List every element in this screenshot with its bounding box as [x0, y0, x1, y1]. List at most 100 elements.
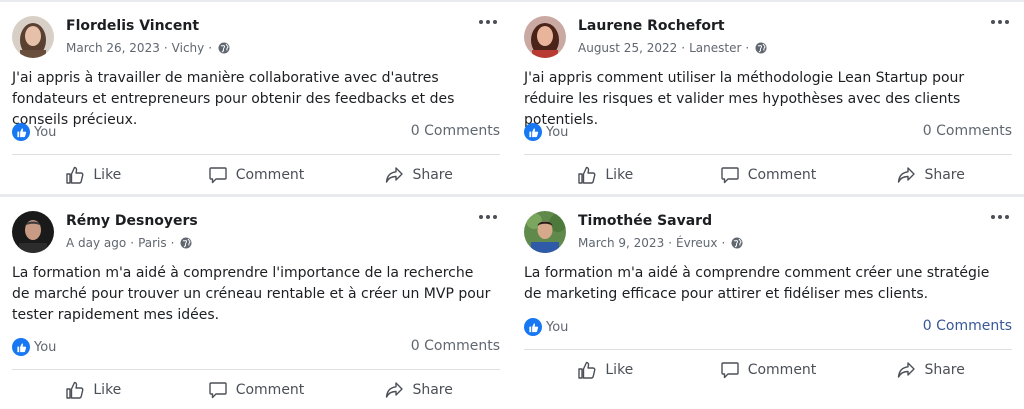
divider — [12, 369, 500, 370]
meta-separator: · — [745, 41, 750, 55]
share-icon — [386, 382, 404, 398]
comments-count[interactable]: 0 Comments — [923, 123, 1012, 139]
globe-icon — [218, 42, 230, 54]
share-icon — [386, 167, 404, 183]
more-options-button[interactable] — [474, 12, 502, 32]
avatar[interactable] — [524, 211, 566, 253]
globe-icon — [180, 237, 192, 249]
post-meta: August 25, 2022 · Lanester · — [578, 41, 767, 55]
share-button[interactable]: Share — [337, 371, 500, 409]
share-button[interactable]: Share — [849, 156, 1012, 194]
post-location: Vichy — [171, 41, 205, 55]
post-text: La formation m'a aidé à comprendre l'imp… — [12, 265, 491, 323]
share-label: Share — [412, 167, 453, 183]
share-icon — [898, 362, 916, 378]
post-meta: A day ago · Paris · — [66, 236, 192, 250]
like-badge-icon — [12, 123, 30, 141]
globe-icon — [731, 237, 743, 249]
post-actions: Like Comment Share — [12, 156, 500, 194]
post-location: Paris — [138, 236, 167, 250]
reaction-label: You — [34, 124, 57, 140]
more-options-button[interactable] — [986, 12, 1014, 32]
like-button[interactable]: Like — [524, 351, 687, 389]
avatar[interactable] — [12, 16, 54, 58]
share-button[interactable]: Share — [849, 351, 1012, 389]
post-actions: Like Comment Share — [524, 156, 1012, 194]
comment-icon — [209, 382, 227, 399]
comments-count[interactable]: 0 Comments — [411, 338, 500, 354]
share-label: Share — [924, 167, 965, 183]
reactions-summary[interactable]: You — [524, 123, 568, 141]
comments-count[interactable]: 0 Comments — [411, 123, 500, 139]
meta-separator: · — [170, 236, 175, 250]
like-button[interactable]: Like — [12, 371, 175, 409]
comment-button[interactable]: Comment — [687, 156, 850, 194]
reactions-summary[interactable]: You — [12, 123, 56, 141]
post-meta: March 9, 2023 · Évreux · — [578, 236, 743, 250]
like-button[interactable]: Like — [524, 156, 687, 194]
reaction-label: You — [34, 339, 57, 355]
comment-label: Comment — [235, 167, 305, 183]
author-name[interactable]: Laurene Rochefort — [578, 18, 725, 34]
post-actions: Like Comment Share — [524, 351, 1012, 389]
comment-button[interactable]: Comment — [175, 371, 338, 409]
share-icon — [898, 167, 916, 183]
post-date[interactable]: August 25, 2022 — [578, 41, 677, 55]
like-button[interactable]: Like — [12, 156, 175, 194]
avatar[interactable] — [524, 16, 566, 58]
avatar[interactable] — [12, 211, 54, 253]
author-name[interactable]: Flordelis Vincent — [66, 18, 199, 34]
like-label: Like — [605, 167, 634, 183]
post-location: Lanester — [689, 41, 742, 55]
meta-separator: · — [668, 236, 673, 250]
comment-label: Comment — [747, 167, 817, 183]
like-badge-icon — [524, 123, 542, 141]
post-card: Rémy Desnoyers A day ago · Paris · La fo… — [0, 197, 512, 409]
post-date[interactable]: March 9, 2023 — [578, 236, 664, 250]
divider — [12, 154, 500, 155]
meta-separator: · — [721, 236, 726, 250]
post-date[interactable]: A day ago — [66, 236, 126, 250]
reaction-label: You — [546, 319, 569, 335]
like-label: Like — [605, 362, 634, 378]
thumbs-up-icon — [66, 166, 84, 184]
more-options-button[interactable] — [986, 207, 1014, 227]
thumbs-up-icon — [578, 361, 596, 379]
reactions-summary[interactable]: You — [12, 338, 56, 356]
post-location: Évreux — [676, 236, 718, 250]
thumbs-up-icon — [66, 381, 84, 399]
comment-icon — [721, 362, 739, 379]
meta-separator: · — [130, 236, 135, 250]
post-date[interactable]: March 26, 2023 — [66, 41, 160, 55]
comment-button[interactable]: Comment — [687, 351, 850, 389]
post-card: Timothée Savard March 9, 2023 · Évreux ·… — [512, 197, 1024, 409]
meta-separator: · — [208, 41, 213, 55]
divider — [524, 154, 1012, 155]
author-name[interactable]: Rémy Desnoyers — [66, 213, 198, 229]
meta-separator: · — [163, 41, 168, 55]
globe-icon — [755, 42, 767, 54]
comment-label: Comment — [235, 382, 305, 398]
more-options-button[interactable] — [474, 207, 502, 227]
share-label: Share — [412, 382, 453, 398]
post-text: La formation m'a aidé à comprendre comme… — [524, 265, 990, 302]
author-name[interactable]: Timothée Savard — [578, 213, 712, 229]
like-badge-icon — [524, 318, 542, 336]
post-card: Flordelis Vincent March 26, 2023 · Vichy… — [0, 2, 512, 194]
like-badge-icon — [12, 338, 30, 356]
post-card: Laurene Rochefort August 25, 2022 · Lane… — [512, 2, 1024, 194]
post-text: J'ai appris comment utiliser la méthodol… — [524, 70, 965, 128]
thumbs-up-icon — [578, 166, 596, 184]
post-actions: Like Comment Share — [12, 371, 500, 409]
like-label: Like — [93, 382, 122, 398]
comment-button[interactable]: Comment — [175, 156, 338, 194]
comments-count[interactable]: 0 Comments — [923, 318, 1012, 334]
like-label: Like — [93, 167, 122, 183]
post-meta: March 26, 2023 · Vichy · — [66, 41, 230, 55]
comment-label: Comment — [747, 362, 817, 378]
meta-separator: · — [681, 41, 686, 55]
divider — [524, 349, 1012, 350]
comment-icon — [209, 167, 227, 184]
reactions-summary[interactable]: You — [524, 318, 568, 336]
share-button[interactable]: Share — [337, 156, 500, 194]
